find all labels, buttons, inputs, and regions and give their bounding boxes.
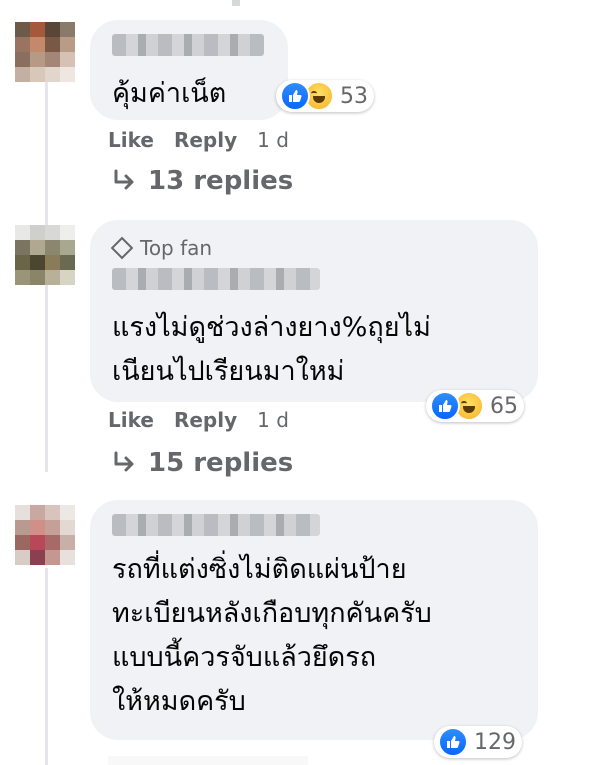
avatar[interactable]: [15, 505, 75, 565]
comment-text: คุ้มค่าเน็ต: [112, 78, 227, 109]
comment-actions: Like Reply 1 d: [108, 408, 289, 432]
view-replies-button[interactable]: 13 replies: [112, 166, 293, 196]
replies-label: 15 replies: [148, 448, 294, 478]
comment-text: รถที่แต่งซิ่งไม่ติดแผ่นป้าย ทะเบียนหลังเ…: [112, 554, 432, 717]
reply-arrow-icon: [114, 451, 134, 472]
like-icon: [280, 81, 310, 111]
thread-line: [45, 568, 48, 765]
reaction-summary[interactable]: 65: [426, 390, 524, 422]
commenter-name[interactable]: [112, 268, 320, 290]
like-button[interactable]: Like: [108, 408, 154, 432]
diamond-icon: [110, 236, 134, 260]
top-fan-badge: Top fan: [110, 236, 212, 260]
comment-bubble: Top fan แรงไม่ดูช่วงล่างยาง%ถุยไม่ เนียน…: [90, 220, 538, 402]
commenter-name[interactable]: [112, 514, 320, 536]
timestamp[interactable]: 1 d: [257, 128, 289, 152]
avatar[interactable]: [15, 22, 75, 82]
reaction-count: 129: [474, 729, 516, 755]
replies-label: 13 replies: [148, 166, 294, 196]
reaction-count: 65: [490, 393, 518, 419]
avatar[interactable]: [15, 225, 75, 285]
reply-button[interactable]: Reply: [174, 408, 237, 432]
thread-line-top: [232, 0, 240, 6]
like-icon: [438, 727, 468, 757]
reaction-summary[interactable]: 129: [434, 726, 522, 758]
comment-bubble: คุ้มค่าเน็ต: [90, 20, 288, 120]
timestamp[interactable]: 1 d: [257, 408, 289, 432]
reply-arrow-icon: [114, 169, 134, 190]
comment-actions: Like Reply 1 d: [108, 128, 289, 152]
actions-cutoff: [108, 750, 308, 765]
view-replies-button[interactable]: 15 replies: [112, 448, 293, 478]
reaction-count: 53: [340, 83, 368, 109]
comment-text: แรงไม่ดูช่วงล่างยาง%ถุยไม่ เนียนไปเรียนม…: [112, 312, 431, 387]
reply-button[interactable]: Reply: [174, 128, 237, 152]
reaction-summary[interactable]: 53: [276, 80, 374, 112]
like-icon: [430, 391, 460, 421]
comment-bubble: รถที่แต่งซิ่งไม่ติดแผ่นป้าย ทะเบียนหลังเ…: [90, 500, 538, 740]
commenter-name[interactable]: [112, 34, 264, 56]
like-button[interactable]: Like: [108, 128, 154, 152]
